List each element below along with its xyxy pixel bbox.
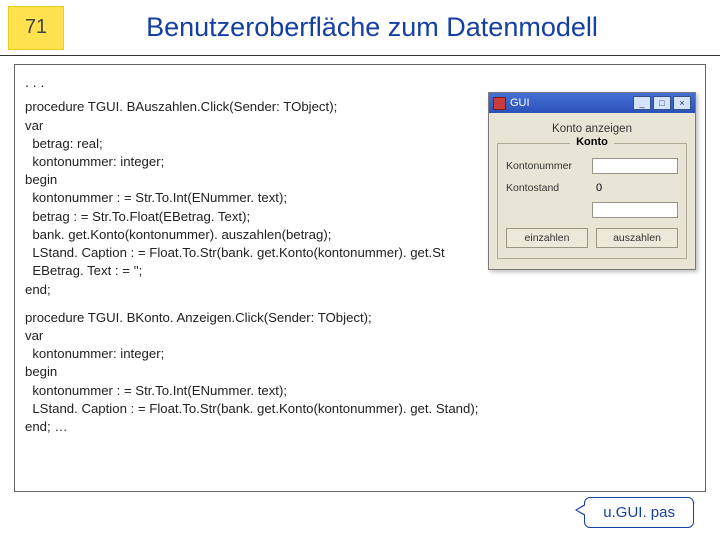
auszahlen-button[interactable]: auszahlen [596, 228, 678, 248]
close-button[interactable]: × [673, 96, 691, 110]
groupbox-legend: Konto [570, 136, 614, 148]
slide-number-badge: 71 [8, 6, 64, 50]
window-body: Konto anzeigen Konto Kontonummer Kontost… [489, 113, 695, 269]
label-kontonummer: Kontonummer [506, 160, 586, 172]
app-icon [493, 97, 506, 110]
code-block-2: procedure TGUI. BKonto. Anzeigen.Click(S… [25, 309, 695, 437]
slide-title: Benutzeroberfläche zum Datenmodell [64, 12, 720, 43]
window-titlebar[interactable]: GUI _ □ × [489, 93, 695, 113]
window-title: GUI [510, 97, 633, 109]
konto-groupbox: Konto Kontonummer Kontostand 0 einzahlen… [497, 143, 687, 259]
maximize-button[interactable]: □ [653, 96, 671, 110]
embedded-gui-window: GUI _ □ × Konto anzeigen Konto Kontonumm… [488, 92, 696, 270]
input-kontonummer[interactable] [592, 158, 678, 174]
leading-ellipsis: . . . [25, 73, 695, 92]
einzahlen-button[interactable]: einzahlen [506, 228, 588, 248]
slide-header: 71 Benutzeroberfläche zum Datenmodell [0, 0, 720, 56]
filename-callout: u.GUI. pas [584, 497, 694, 528]
input-betrag[interactable] [592, 202, 678, 218]
top-action-label[interactable]: Konto anzeigen [497, 123, 687, 135]
minimize-button[interactable]: _ [633, 96, 651, 110]
value-kontostand: 0 [592, 180, 678, 196]
label-kontostand: Kontostand [506, 182, 586, 194]
